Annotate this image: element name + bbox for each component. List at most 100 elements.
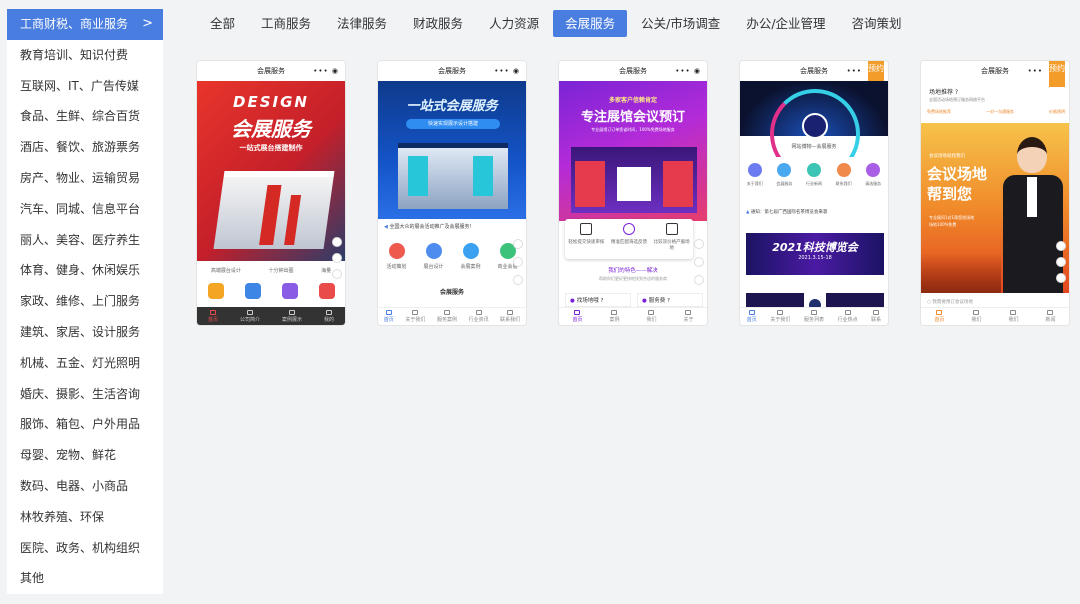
service-icon[interactable] — [777, 163, 792, 177]
contact-icon[interactable] — [836, 163, 851, 177]
case-icon[interactable] — [462, 243, 479, 259]
tab-pr[interactable]: 公关/市场调查 — [629, 10, 732, 37]
tab-consulting[interactable]: 咨询策划 — [840, 10, 914, 37]
nav-hot[interactable]: 行业热点 — [838, 310, 858, 323]
message-icon[interactable] — [318, 283, 335, 299]
sidebar-item-education[interactable]: 教育培训、知识付费 — [7, 40, 163, 71]
nav-home[interactable]: 首页 — [572, 310, 583, 323]
sidebar-item-farming[interactable]: 林牧养殖、环保 — [7, 502, 163, 533]
sidebar-item-baby[interactable]: 母婴、宠物、鲜花 — [7, 440, 163, 471]
sidebar-item-beauty[interactable]: 丽人、美容、医疗养生 — [7, 225, 163, 256]
card-title-bar: 会展服务 ••• — [921, 61, 1069, 81]
card-hero: 一站式会展服务 快速实现展示设计搭建 — [378, 81, 526, 219]
hero-line-1: 多家客户信赖肯定 — [608, 97, 657, 104]
nav-cases[interactable]: 服务案例 — [437, 310, 457, 323]
float-chat-icon[interactable] — [1056, 273, 1066, 283]
sidebar-item-machinery[interactable]: 机械、五金、灯光照明 — [7, 348, 163, 379]
sidebar-item-food[interactable]: 食品、生鲜、综合百货 — [7, 101, 163, 132]
booth-image — [571, 147, 697, 213]
service-labels: 活动策划 展台设计 会展案例 商业会展 — [378, 263, 526, 270]
expo-banner[interactable]: 2021科技博览会 2021.3.15-18 — [746, 233, 884, 275]
tab-legal[interactable]: 法律服务 — [325, 10, 399, 37]
benefit-chip: 一对一沟通服务 — [986, 109, 1014, 114]
picture-icon[interactable] — [207, 283, 224, 299]
float-phone-icon[interactable] — [694, 257, 704, 267]
sidebar-item-digital[interactable]: 数码、电器、小商品 — [7, 471, 163, 502]
float-action-icon[interactable] — [694, 239, 704, 249]
float-phone-icon[interactable] — [332, 253, 342, 263]
nav-about[interactable]: 关于 — [683, 310, 694, 323]
float-chat-icon[interactable] — [332, 269, 342, 279]
nav-cases[interactable]: 案例 — [609, 310, 620, 323]
faq-item[interactable]: ● 找场地哦 ? — [565, 293, 631, 307]
nav-mine[interactable]: 我的 — [324, 309, 334, 323]
bottom-nav: 首页 关于我们 服务列表 行业热点 联系 — [740, 307, 888, 325]
sidebar-item-apparel[interactable]: 服饰、箱包、户外用品 — [7, 409, 163, 440]
sidebar-item-realestate[interactable]: 房产、物业、运输贸易 — [7, 163, 163, 194]
faq-item[interactable]: ● 服务费 ? — [637, 293, 703, 307]
float-action-icon[interactable] — [332, 237, 342, 247]
template-card-3[interactable]: 会展服务 ••• ◉ 多家客户信赖肯定 专注展馆会议预订 专业展馆订订单您省时间，… — [558, 60, 708, 326]
service-label: 活动策划 — [386, 264, 407, 270]
nav-about[interactable]: 关于我们 — [770, 310, 790, 323]
hero-line-2: 帮到您 — [927, 185, 973, 203]
sidebar-item-housekeeping[interactable]: 家政、维修、上门服务 — [7, 286, 163, 317]
about-icon[interactable] — [747, 163, 762, 177]
template-card-1[interactable]: 会展服务 ••• ◉ DESIGN 会展服务 一站式展台搭建制作 高端展台设计 十… — [196, 60, 346, 326]
select-icon[interactable] — [866, 163, 881, 177]
float-chat-icon[interactable] — [513, 275, 523, 285]
tab-finance[interactable]: 财政服务 — [401, 10, 475, 37]
nav-us-1[interactable]: 我们 — [971, 310, 982, 323]
sidebar-item-hotel[interactable]: 酒店、餐饮、旅游票务 — [7, 132, 163, 163]
activity-icon[interactable] — [388, 243, 405, 259]
nav-contact[interactable]: 联系我们 — [500, 310, 520, 323]
nav-home[interactable]: 首页 — [934, 310, 945, 323]
nav-services[interactable]: 服务列表 — [804, 310, 824, 323]
nav-us-2[interactable]: 我们 — [1008, 310, 1019, 323]
feature-label: 高端展台设计 — [210, 268, 241, 274]
sidebar-item-business[interactable]: 工商财税、商业服务 > — [7, 9, 163, 40]
tab-exhibition[interactable]: 会展服务 — [553, 10, 628, 37]
design-icon[interactable] — [425, 243, 442, 259]
template-card-4[interactable]: 会展服务 ••• 预约 网站博物—会展服务 关于我们 会展服务 行业新闻 联系我们 请选服… — [739, 60, 889, 326]
nav-contact[interactable]: 联系 — [871, 310, 881, 323]
nav-news[interactable]: 新闻 — [1045, 310, 1056, 323]
booking-badge[interactable]: 预约 — [1049, 61, 1065, 87]
building-icon[interactable] — [244, 283, 261, 299]
news-icon[interactable] — [806, 163, 821, 177]
form-icon[interactable] — [580, 223, 593, 235]
feature-label: 十分钟出图 — [268, 268, 294, 274]
float-action-icon[interactable] — [513, 239, 523, 249]
tab-business[interactable]: 工商服务 — [249, 10, 323, 37]
nav-company[interactable]: 公司简介 — [240, 309, 260, 323]
float-phone-icon[interactable] — [1056, 257, 1066, 267]
float-phone-icon[interactable] — [513, 257, 523, 267]
document-icon[interactable] — [281, 283, 298, 299]
yen-icon[interactable] — [665, 223, 678, 235]
sidebar-item-auto[interactable]: 汽车、同城、信息平台 — [7, 194, 163, 225]
sidebar-item-other[interactable]: 其他 — [7, 563, 163, 594]
tab-all[interactable]: 全部 — [198, 10, 247, 37]
nav-about[interactable]: 关于我们 — [405, 310, 425, 323]
nav-home[interactable]: 首页 — [208, 309, 218, 323]
nav-news[interactable]: 行业资讯 — [469, 310, 489, 323]
sidebar-item-internet[interactable]: 互联网、IT、广告传媒 — [7, 71, 163, 102]
nav-home[interactable]: 首页 — [747, 310, 757, 323]
sidebar-item-hospital[interactable]: 医院、政务、机构组织 — [7, 533, 163, 564]
feature-label: 比较双价格产服场地 — [653, 240, 690, 251]
sidebar-item-wedding[interactable]: 婚庆、摄影、生活咨询 — [7, 379, 163, 410]
template-card-5[interactable]: 会展服务 ••• 预约 场地推荐 ? 全国活动场地预订服务网络平台 免费场地推荐 … — [920, 60, 1070, 326]
menu-icon: ••• — [846, 67, 862, 75]
banner-title: 2021科技博览会 — [772, 241, 858, 254]
tab-hr[interactable]: 人力资源 — [477, 10, 551, 37]
nav-cases[interactable]: 案例展示 — [282, 309, 302, 323]
nav-us[interactable]: 我们 — [646, 310, 657, 323]
tab-office[interactable]: 办公/企业管理 — [734, 10, 837, 37]
float-chat-icon[interactable] — [694, 275, 704, 285]
sidebar-item-construction[interactable]: 建筑、家居、设计服务 — [7, 317, 163, 348]
sidebar-item-sports[interactable]: 体育、健身、休闲娱乐 — [7, 255, 163, 286]
nav-home[interactable]: 首页 — [384, 310, 394, 323]
target-icon[interactable] — [622, 223, 635, 235]
float-action-icon[interactable] — [1056, 241, 1066, 251]
template-card-2[interactable]: 会展服务 ••• ◉ 一站式会展服务 快速实现展示设计搭建 ◀ 全国大众的展会活动… — [377, 60, 527, 326]
